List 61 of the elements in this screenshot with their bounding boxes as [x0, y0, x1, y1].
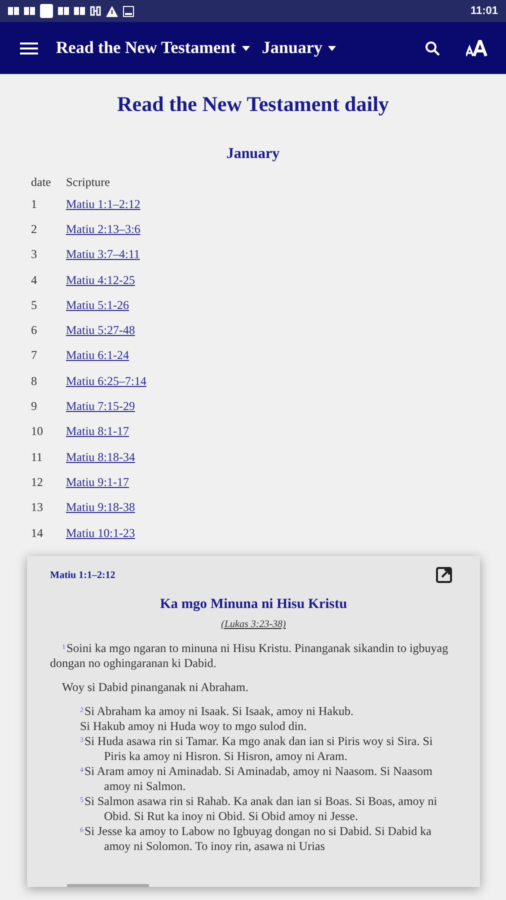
date-cell-text: 1 — [31, 196, 38, 213]
date-cell-text: 6 — [31, 322, 38, 340]
cross-reference-link[interactable]: (Lukas 3:23-38) — [221, 619, 286, 630]
scripture-link[interactable]: Matiu 8:18-34 — [66, 448, 135, 466]
date-cell-text: 8 — [31, 372, 38, 390]
date-cell-text: 14 — [31, 524, 44, 542]
warning-icon — [106, 6, 118, 16]
date-cell-text: 7 — [31, 347, 38, 364]
date-cell-text: 5 — [31, 296, 38, 314]
book-icon — [74, 6, 85, 16]
book-dropdown[interactable]: Read the New Testament — [56, 35, 250, 61]
scripture-link[interactable]: Matiu 5:27-48 — [66, 321, 135, 340]
verse-line: $^{2}$ Si Abraham ka amoy ni Isaak. Si Isaak, amoy ni Hakub. — [79, 704, 354, 719]
verse-line: $^{5}$ Si Salmon asawa rin si Rahab. Ka anak dan ian si Boas. Si Boas, amoy ni Obid. Si Rut ka inoy ni Obid. Si Obid amoy ni Jesse. — [79, 794, 438, 824]
open-external-icon[interactable] — [436, 567, 452, 583]
scripture-link[interactable]: Matiu 10:1-23 — [66, 524, 135, 542]
scripture-link[interactable]: Matiu 9:18-38 — [66, 498, 135, 516]
scripture-link[interactable]: Matiu 5:1-26 — [66, 296, 129, 314]
dropdown-caret-icon — [328, 46, 336, 50]
verse-line: Si Hakub amoy ni Huda woy to mgo sulod din. — [79, 719, 308, 734]
date-cell-text: 9 — [31, 398, 38, 416]
verse-line: $^{3}$ Si Huda asawa rin si Tamar. Ka mgo anak dan ian si Piris woy si Sira. Si Piris ka amoy ni Hisron. Si Hisron, amoy ni Aram. — [79, 734, 434, 764]
date-cell-text: 2 — [31, 220, 38, 238]
date-cell-text: 3 — [31, 246, 38, 264]
date-cell-text: 11 — [31, 448, 44, 466]
image-icon — [123, 6, 134, 16]
month-heading: January — [225, 144, 281, 164]
section-heading: Ka mgo Minuna ni Hisu Kristu — [158, 596, 348, 614]
bracket-icon — [90, 6, 101, 16]
paragraph: Woy si Dabid pinanganak ni Abraham. — [61, 680, 250, 695]
page-title: Read the New Testament daily — [116, 91, 390, 118]
date-cell-text: 4 — [31, 272, 38, 289]
scripture-link[interactable]: Matiu 3:7–4:11 — [66, 245, 140, 264]
column-header: Scripture — [66, 174, 110, 191]
menu-icon[interactable] — [20, 42, 38, 54]
status-time: 11:01 — [470, 4, 498, 19]
scripture-link[interactable]: Matiu 1:1–2:12 — [66, 194, 140, 213]
dropdown-caret-icon — [242, 46, 250, 50]
scripture-link[interactable]: Matiu 9:1-17 — [66, 472, 129, 491]
scrollbar[interactable] — [67, 884, 149, 887]
scripture-link[interactable]: Matiu 6:25–7:14 — [66, 372, 146, 390]
month-dropdown[interactable]: January — [262, 35, 336, 61]
scripture-link[interactable]: Matiu 2:13–3:6 — [66, 220, 140, 238]
popup-reference: Matiu 1:1–2:12 — [50, 568, 116, 582]
scripture-link[interactable]: Matiu 8:1-17 — [66, 422, 129, 440]
book-icon — [58, 6, 69, 16]
scripture-link[interactable]: Matiu 6:1-24 — [66, 346, 129, 364]
date-cell-text: 10 — [31, 423, 44, 440]
date-cell-text: 13 — [31, 499, 44, 516]
scripture-link[interactable]: Matiu 4:12-25 — [66, 270, 135, 289]
book-icon — [24, 6, 35, 16]
date-cell-text: 12 — [31, 474, 44, 491]
book-icon — [8, 6, 19, 16]
scripture-link[interactable]: Matiu 7:15-29 — [66, 397, 135, 416]
search-icon[interactable] — [425, 40, 440, 56]
verse-line: $^{6}$ Si Jesse ka amoy to Labow no Igbuyag dongan no si Dabid. Si Dabid ka amoy ni Solomon. To inoy rin, asawa ni Urias — [79, 824, 432, 854]
paragraph: $^{1}$ Soini ka mgo ngaran to minuna ni Hisu Kristu. Pinanganak sikandin to igbuyag dongan no oghingaranan ki Dabid. — [50, 641, 450, 671]
square-icon — [40, 4, 53, 18]
verse-line: $^{4}$ Si Aram amoy ni Aminadab. Si Aminadab, amoy ni Naasom. Si Naasom amoy ni Salmon. — [79, 764, 434, 794]
column-header: date — [31, 174, 52, 191]
text-size-icon[interactable] — [466, 40, 488, 56]
